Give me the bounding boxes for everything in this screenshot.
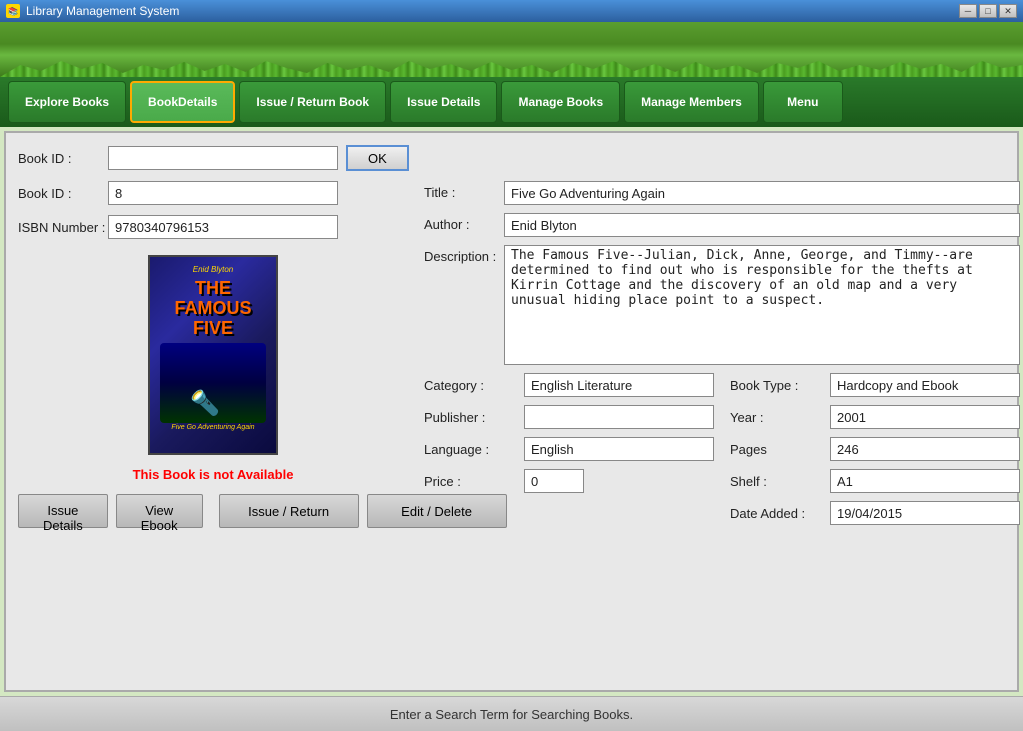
price-item: Price : [424,469,714,493]
description-field[interactable]: The Famous Five--Julian, Dick, Anne, Geo… [504,245,1020,365]
shelf-item: Shelf : [730,469,1020,493]
description-label: Description : [424,245,504,264]
nav-explore-books[interactable]: Explore Books [8,81,126,123]
category-item: Category : [424,373,714,397]
category-label: Category : [424,378,524,393]
language-field[interactable] [524,437,714,461]
nav-manage-books[interactable]: Manage Books [501,81,620,123]
author-row: Author : [424,213,1020,237]
close-button[interactable]: ✕ [999,4,1017,18]
book-id-search-label: Book ID : [18,151,108,166]
category-field[interactable] [524,373,714,397]
nav-issue-details[interactable]: Issue Details [390,81,497,123]
price-field[interactable] [524,469,584,493]
status-message: Enter a Search Term for Searching Books. [390,707,633,722]
year-field[interactable] [830,405,1020,429]
content-grid: Book ID : ISBN Number : Enid Blyton THEF… [18,181,1005,528]
book-cover: Enid Blyton THEFAMOUSFIVE Five Go Advent… [148,255,278,455]
title-row: Title : [424,181,1020,205]
book-id-field[interactable] [108,181,338,205]
main-content: Book ID : OK Book ID : ISBN Number : Eni… [4,131,1019,692]
detail-grid: Category : Book Type : Publisher : Year … [424,373,1020,525]
shelf-field[interactable] [830,469,1020,493]
nav-menu[interactable]: Menu [763,81,843,123]
date-added-field[interactable] [830,501,1020,525]
book-id-label: Book ID : [18,186,108,201]
cover-author: Enid Blyton [150,265,276,274]
bottom-buttons: Issue Details View Ebook Issue / Return … [18,494,408,528]
left-panel: Book ID : ISBN Number : Enid Blyton THEF… [18,181,408,528]
book-id-search-input[interactable] [108,146,338,170]
ok-button[interactable]: OK [346,145,409,171]
shelf-label: Shelf : [730,474,830,489]
publisher-label: Publisher : [424,410,524,425]
pages-field[interactable] [830,437,1020,461]
maximize-button[interactable]: □ [979,4,997,18]
language-item: Language : [424,437,714,461]
status-bar: Enter a Search Term for Searching Books. [0,696,1023,731]
right-panel: Title : Author : Description : The Famou… [424,181,1020,528]
description-row: Description : The Famous Five--Julian, D… [424,245,1020,365]
pages-label: Pages [730,442,830,457]
app-title: Library Management System [26,4,179,18]
availability-status: This Book is not Available [133,467,294,482]
year-label: Year : [730,410,830,425]
author-label: Author : [424,213,504,232]
nav-book-details[interactable]: BookDetails [130,81,235,123]
isbn-row: ISBN Number : [18,215,408,239]
date-added-label: Date Added : [730,506,830,521]
grass-header [0,22,1023,77]
language-label: Language : [424,442,524,457]
date-added-item: Date Added : [730,501,1020,525]
title-field[interactable] [504,181,1020,205]
publisher-field[interactable] [524,405,714,429]
price-label: Price : [424,474,524,489]
book-type-label: Book Type : [730,378,830,393]
cover-scene [160,343,266,423]
app-icon: 📚 [6,4,20,18]
title-bar: 📚 Library Management System ─ □ ✕ [0,0,1023,22]
minimize-button[interactable]: ─ [959,4,977,18]
isbn-label: ISBN Number : [18,220,108,235]
cover-subtitle: Five Go Adventuring Again [154,424,272,431]
publisher-item: Publisher : [424,405,714,429]
book-cover-area: Enid Blyton THEFAMOUSFIVE Five Go Advent… [18,255,408,482]
nav-issue-return[interactable]: Issue / Return Book [239,81,386,123]
view-ebook-button[interactable]: View Ebook [116,494,203,528]
nav-bar: Explore Books BookDetails Issue / Return… [0,77,1023,127]
book-id-search-row: Book ID : OK [18,145,1005,171]
year-item: Year : [730,405,1020,429]
issue-details-button[interactable]: Issue Details [18,494,108,528]
book-id-row: Book ID : [18,181,408,205]
pages-item: Pages [730,437,1020,461]
nav-manage-members[interactable]: Manage Members [624,81,759,123]
book-type-item: Book Type : [730,373,1020,397]
cover-series: THEFAMOUSFIVE [154,279,272,338]
isbn-field[interactable] [108,215,338,239]
issue-return-button[interactable]: Issue / Return [219,494,359,528]
title-label: Title : [424,181,504,200]
author-field[interactable] [504,213,1020,237]
book-type-field[interactable] [830,373,1020,397]
